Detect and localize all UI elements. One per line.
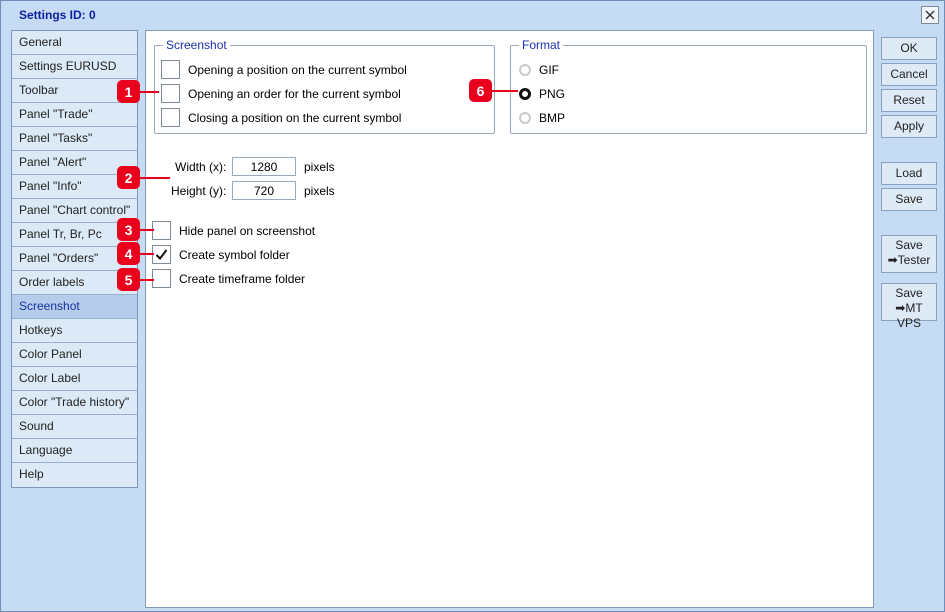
screenshot-group-title: Screenshot: [163, 38, 230, 52]
height-unit: pixels: [304, 184, 335, 198]
settings-window: Settings ID: 0 General Settings EURUSD T…: [0, 0, 945, 612]
format-bmp-label: BMP: [539, 111, 566, 125]
save-tester-line2: ➡Tester: [887, 253, 931, 267]
close-position-option[interactable]: Closing a position on the current symbol: [161, 108, 401, 127]
save-button[interactable]: Save: [881, 188, 937, 211]
content-panel: Screenshot Opening a position on the cur…: [145, 30, 874, 608]
symbol-folder-option[interactable]: Create symbol folder: [152, 245, 290, 264]
format-gif-label: GIF: [539, 63, 559, 77]
save-vps-line2: ➡MT VPS: [895, 301, 923, 330]
height-input[interactable]: 720: [232, 181, 296, 200]
sidebar-item-panel-trade[interactable]: Panel "Trade": [12, 103, 137, 127]
sidebar-item-hotkeys[interactable]: Hotkeys: [12, 319, 137, 343]
sidebar-item-language[interactable]: Language: [12, 439, 137, 463]
sidebar-item-color-trade-history[interactable]: Color "Trade history": [12, 391, 137, 415]
reset-button[interactable]: Reset: [881, 89, 937, 112]
callout-1-leader: [140, 91, 159, 93]
sidebar-item-screenshot[interactable]: Screenshot: [12, 295, 137, 319]
timeframe-folder-option[interactable]: Create timeframe folder: [152, 269, 305, 288]
timeframe-folder-checkbox[interactable]: [152, 269, 171, 288]
format-png-label: PNG: [539, 87, 566, 101]
close-icon: [925, 10, 935, 20]
format-gif-option[interactable]: GIF: [519, 63, 559, 77]
width-unit: pixels: [304, 160, 335, 174]
sidebar-item-general[interactable]: General: [12, 31, 137, 55]
apply-button[interactable]: Apply: [881, 115, 937, 138]
open-position-label: Opening a position on the current symbol: [188, 62, 407, 77]
symbol-folder-label: Create symbol folder: [179, 247, 290, 262]
close-position-checkbox[interactable]: [161, 108, 180, 127]
close-position-label: Closing a position on the current symbol: [188, 110, 402, 125]
save-tester-line1: Save: [895, 238, 923, 252]
timeframe-folder-label: Create timeframe folder: [179, 271, 306, 286]
hide-panel-checkbox[interactable]: [152, 221, 171, 240]
load-button[interactable]: Load: [881, 162, 937, 185]
checkmark-icon: [155, 249, 168, 261]
callout-5-leader: [140, 279, 154, 281]
cancel-button[interactable]: Cancel: [881, 63, 937, 86]
callout-6-leader: [492, 90, 518, 92]
callout-1: 1: [117, 80, 140, 103]
open-order-option[interactable]: Opening an order for the current symbol: [161, 84, 401, 103]
save-vps-line1: Save: [895, 286, 923, 300]
callout-5: 5: [117, 268, 140, 291]
save-vps-button[interactable]: Save ➡MT VPS: [881, 283, 937, 330]
width-label: Width (x):: [175, 160, 227, 174]
callout-2: 2: [117, 166, 140, 189]
callout-6: 6: [469, 79, 492, 102]
height-label: Height (y):: [171, 184, 227, 198]
sidebar-item-help[interactable]: Help: [12, 463, 137, 487]
callout-3-leader: [140, 229, 154, 231]
sidebar-item-settings-eurusd[interactable]: Settings EURUSD: [12, 55, 137, 79]
open-order-checkbox[interactable]: [161, 84, 180, 103]
format-gif-radio[interactable]: [519, 64, 531, 76]
format-png-radio[interactable]: [519, 88, 531, 100]
window-title: Settings ID: 0: [19, 8, 96, 22]
callout-2-leader: [140, 177, 170, 179]
save-tester-button[interactable]: Save ➡Tester: [881, 235, 937, 273]
open-position-checkbox[interactable]: [161, 60, 180, 79]
hide-panel-option[interactable]: Hide panel on screenshot: [152, 221, 315, 240]
screenshot-group: Screenshot Opening a position on the cur…: [154, 38, 495, 134]
callout-3: 3: [117, 218, 140, 241]
hide-panel-label: Hide panel on screenshot: [179, 223, 316, 238]
sidebar-item-sound[interactable]: Sound: [12, 415, 137, 439]
open-order-label: Opening an order for the current symbol: [188, 86, 401, 101]
format-bmp-radio[interactable]: [519, 112, 531, 124]
format-bmp-option[interactable]: BMP: [519, 111, 565, 125]
sidebar-item-color-panel[interactable]: Color Panel: [12, 343, 137, 367]
close-button[interactable]: [921, 6, 939, 24]
sidebar-item-panel-tasks[interactable]: Panel "Tasks": [12, 127, 137, 151]
ok-button[interactable]: OK: [881, 37, 937, 60]
format-group-title: Format: [519, 38, 564, 52]
open-position-option[interactable]: Opening a position on the current symbol: [161, 60, 407, 79]
callout-4: 4: [117, 242, 140, 265]
sidebar-item-color-label[interactable]: Color Label: [12, 367, 137, 391]
callout-4-leader: [140, 253, 154, 255]
format-png-option[interactable]: PNG: [519, 87, 565, 101]
symbol-folder-checkbox[interactable]: [152, 245, 171, 264]
format-group: Format GIF PNG BMP: [510, 38, 867, 134]
width-input[interactable]: 1280: [232, 157, 296, 176]
